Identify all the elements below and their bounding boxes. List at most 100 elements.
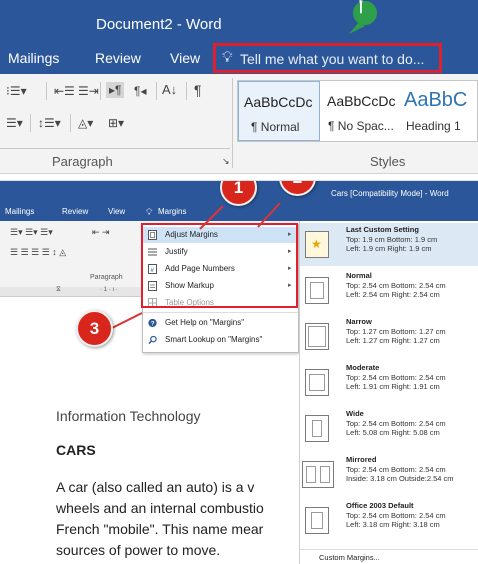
lightbulb-icon: 💡︎ (222, 49, 233, 66)
ruler-tick: · 1 · ı · (100, 287, 118, 293)
margin-option-line: Left: 3.18 cm Right: 3.18 cm (346, 520, 440, 529)
margin-option-line: Top: 2.54 cm Bottom: 2.54 cm (346, 281, 446, 290)
ltr-icon[interactable]: ▸¶ (106, 82, 125, 98)
line-spacing-icon[interactable]: ↕☰▾ (38, 116, 61, 130)
tab-mailings[interactable]: Mailings (8, 50, 59, 66)
tab-mailings[interactable]: Mailings (5, 207, 34, 216)
tell-me-query[interactable]: Margins (158, 207, 186, 216)
doc-heading: Information Technology (56, 408, 201, 424)
style-preview: AaBbCcDc (244, 94, 313, 110)
margin-option-line: Inside: 3.18 cm Outside:2.54 cm (346, 474, 454, 483)
style-name: ¶ No Spac... (328, 119, 394, 133)
margin-thumbnail (302, 461, 334, 488)
bottom-word-window: Cars [Compatibility Mode] - Word Mailing… (0, 180, 478, 564)
marker-a-badge (349, 1, 377, 34)
margin-option-mirrored[interactable]: Mirrored Top: 2.54 cm Bottom: 2.54 cm In… (300, 453, 478, 496)
justify-icon[interactable]: ☰▾ (6, 116, 23, 130)
borders-icon[interactable]: ⊞▾ (108, 116, 124, 130)
margin-option-line: Top: 2.54 cm Bottom: 2.54 cm (346, 419, 446, 428)
multilevel-list-icon[interactable]: ⁝☰▾ (6, 84, 27, 98)
margin-thumbnail (305, 415, 329, 442)
tab-view[interactable]: View (170, 50, 200, 66)
tab-review[interactable]: Review (62, 207, 88, 216)
tell-me-box[interactable]: 💡︎ Tell me what you want to do... (213, 43, 442, 73)
star-icon: ★ (311, 237, 322, 251)
doc-line: French "mobile". This name mear (56, 521, 264, 537)
margin-option-line: Left: 1.91 cm Right: 1.91 cm (346, 382, 440, 391)
margin-option-name: Office 2003 Default (346, 501, 414, 510)
margin-option-line: Top: 2.54 cm Bottom: 2.54 cm (346, 373, 446, 382)
svg-text:?: ? (151, 321, 155, 328)
doc-line: wheels and an internal combustio (56, 500, 264, 516)
menu-item-label: Smart Lookup on "Margins" (165, 335, 263, 344)
bullets-icon[interactable]: ☰▾ ☰▾ ☰▾ (10, 227, 53, 238)
margin-option-name: Last Custom Setting (346, 225, 419, 234)
dialog-launcher-icon[interactable]: ↘ (222, 156, 230, 167)
style-name: ¶ Normal (251, 120, 300, 134)
paragraph-group-label: Paragraph (90, 274, 123, 281)
margin-option-line: Left: 5.08 cm Right: 5.08 cm (346, 428, 440, 437)
margin-option-name: Mirrored (346, 455, 377, 464)
paragraph-group-label: Paragraph (52, 154, 113, 169)
style-name: Heading 1 (406, 119, 461, 133)
margin-option-narrow[interactable]: Narrow Top: 1.27 cm Bottom: 1.27 cm Left… (300, 315, 478, 358)
doc-line: sources of power to move. (56, 542, 221, 558)
style-normal[interactable]: AaBbCcDc ¶ Normal (238, 81, 320, 141)
rtl-icon[interactable]: ¶◂ (134, 84, 146, 98)
margin-option-line: Left: 2.54 cm Right: 2.54 cm (346, 290, 440, 299)
increase-indent-icon[interactable]: ☰⇥ (78, 84, 99, 98)
margin-thumbnail (305, 277, 329, 304)
style-no-spacing[interactable]: AaBbCcDc ¶ No Spac... (322, 81, 400, 141)
custom-margins-button[interactable]: Custom Margins... (300, 549, 478, 564)
margin-thumbnail (305, 369, 329, 396)
window-title: Document2 - Word (96, 16, 222, 33)
ribbon: ⁝☰▾ ⇤☰ ☰⇥ ▸¶ ¶◂ A↓ ¶ ☰▾ ↕☰▾ ◬▾ ⊞▾ Paragr… (0, 74, 478, 174)
margin-option-last-custom[interactable]: ★ Last Custom Setting Top: 1.9 cm Bottom… (300, 223, 478, 266)
margin-thumbnail (305, 507, 329, 534)
tab-review[interactable]: Review (95, 50, 141, 66)
margin-option-line: Top: 1.27 cm Bottom: 1.27 cm (346, 327, 446, 336)
title-bar (0, 0, 478, 42)
margin-option-name: Narrow (346, 317, 372, 326)
margin-option-name: Moderate (346, 363, 380, 372)
callout-3: 3 (76, 310, 113, 347)
margin-option-office-2003[interactable]: Office 2003 Default Top: 2.54 cm Bottom:… (300, 499, 478, 542)
doc-line: A car (also called an auto) is a v (56, 479, 255, 495)
style-preview: AaBbCcDc (327, 93, 396, 109)
menu-item-label: Get Help on "Margins" (165, 318, 245, 327)
menu-item-smart-lookup[interactable]: Smart Lookup on "Margins" (143, 332, 298, 348)
sort-icon[interactable]: A↓ (162, 82, 177, 97)
margin-option-name: Normal (346, 271, 372, 280)
indent-marker-icon[interactable]: ⧖ (56, 286, 61, 294)
style-heading-1[interactable]: AaBbC Heading 1 (400, 81, 478, 141)
help-icon: ? (148, 318, 157, 328)
decrease-indent-icon[interactable]: ⇤☰ (54, 84, 75, 98)
styles-gallery: AaBbCcDc ¶ Normal AaBbCcDc ¶ No Spac... … (237, 80, 478, 142)
indent-icon[interactable]: ⇤ ⇥ (92, 227, 110, 238)
lightbulb-icon: 💡︎ (146, 207, 153, 217)
top-word-window: Document2 - Word Mailings Review View 💡︎… (0, 0, 478, 174)
margin-thumbnail (305, 323, 329, 350)
show-marks-icon[interactable]: ¶ (194, 82, 202, 98)
style-preview: AaBbC (404, 89, 468, 111)
styles-group-label: Styles (370, 154, 406, 169)
margin-option-wide[interactable]: Wide Top: 2.54 cm Bottom: 2.54 cm Left: … (300, 407, 478, 450)
marker-a-label: أ (359, 0, 363, 16)
margin-option-name: Wide (346, 409, 364, 418)
shading-icon[interactable]: ◬▾ (78, 116, 93, 130)
margin-option-normal[interactable]: Normal Top: 2.54 cm Bottom: 2.54 cm Left… (300, 269, 478, 312)
align-icons[interactable]: ☰ ☰ ☰ ☰ ↕ ◬ (10, 247, 66, 258)
margin-option-line: Top: 1.9 cm Bottom: 1.9 cm (346, 235, 438, 244)
search-icon (148, 335, 157, 345)
highlight-frame (141, 223, 298, 308)
margin-thumbnail: ★ (305, 231, 329, 258)
tab-view[interactable]: View (108, 207, 125, 216)
window-title: Cars [Compatibility Mode] - Word (331, 189, 449, 198)
margin-option-line: Top: 2.54 cm Bottom: 2.54 cm (346, 511, 446, 520)
margin-option-line: Left: 1.9 cm Right: 1.9 cm (346, 244, 432, 253)
doc-bold-title: CARS (56, 442, 96, 458)
tell-me-placeholder: Tell me what you want to do... (240, 51, 425, 67)
margin-option-line: Left: 1.27 cm Right: 1.27 cm (346, 336, 440, 345)
menu-item-get-help[interactable]: ? Get Help on "Margins" (143, 315, 298, 331)
margin-option-moderate[interactable]: Moderate Top: 2.54 cm Bottom: 2.54 cm Le… (300, 361, 478, 404)
